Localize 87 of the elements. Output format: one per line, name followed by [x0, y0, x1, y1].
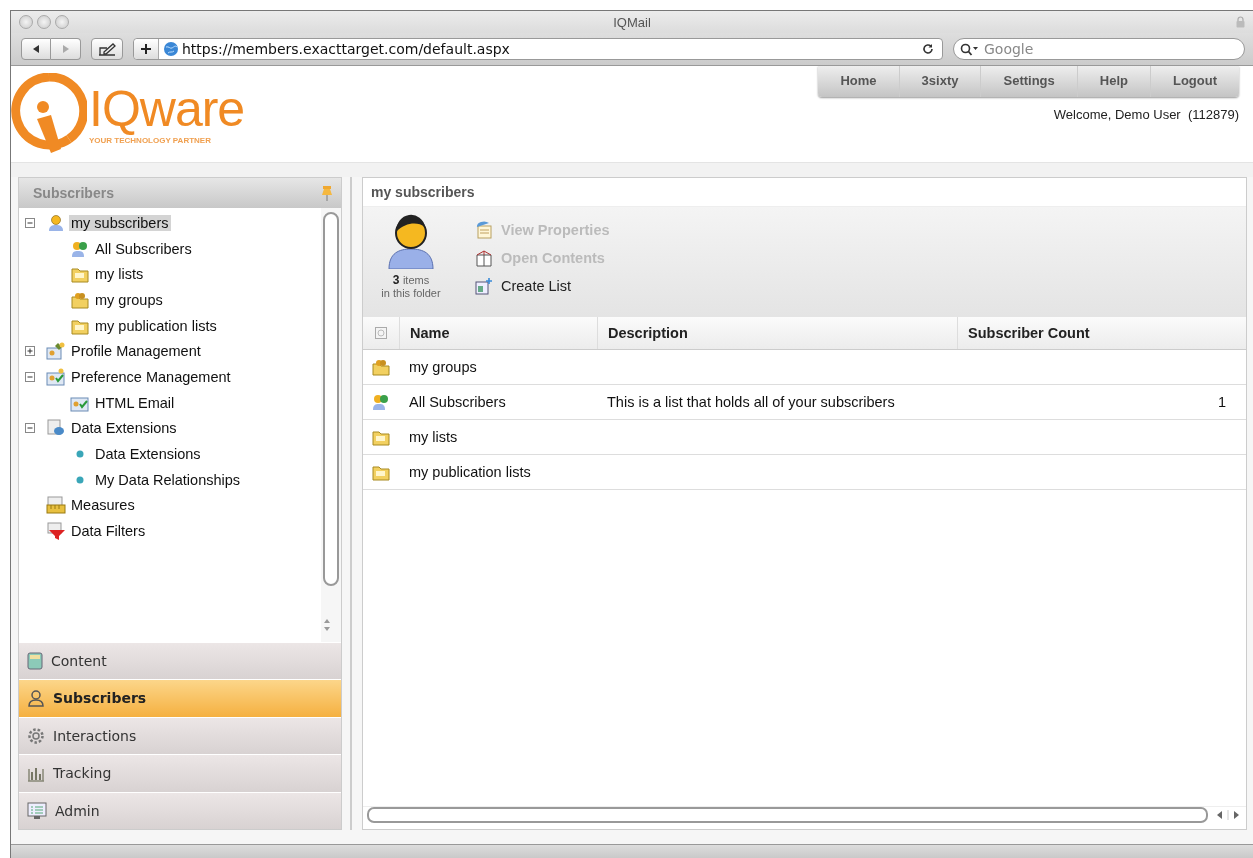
monitor-icon: [27, 801, 47, 820]
globe-icon: [163, 41, 179, 57]
close-icon[interactable]: [19, 15, 33, 29]
reload-icon[interactable]: [922, 43, 934, 55]
search-icon: [960, 43, 980, 56]
folder-icon: [372, 358, 390, 376]
address-field[interactable]: https://members.exacttarget.com/default.aspx: [133, 38, 943, 60]
tree-item[interactable]: my groups: [93, 291, 165, 308]
section-tab[interactable]: Subscribers: [19, 679, 341, 717]
database-icon: [46, 419, 66, 438]
panel-title: my subscribers: [371, 184, 475, 200]
table-cell: 1: [1217, 394, 1226, 410]
lock-icon: [1236, 16, 1245, 28]
expand-icon[interactable]: [25, 346, 35, 357]
tree-item[interactable]: Data Extensions: [93, 446, 203, 463]
preference-card-icon: [46, 367, 66, 386]
table-cell[interactable]: All Subscribers: [409, 394, 506, 410]
pencil-icon: [98, 42, 116, 56]
edit-button[interactable]: [91, 38, 123, 60]
nav-link[interactable]: Logout: [1149, 66, 1239, 97]
table-cell[interactable]: my publication lists: [409, 464, 531, 480]
item-count: 3 items: [392, 273, 430, 287]
tree-item[interactable]: my publication lists: [93, 317, 219, 334]
open-box-icon: [475, 249, 493, 267]
add-bookmark-icon[interactable]: [134, 39, 159, 59]
pin-icon[interactable]: [321, 185, 333, 201]
select-all-checkbox[interactable]: [375, 327, 387, 339]
sidebar-title: Subscribers: [33, 185, 114, 201]
minimize-icon[interactable]: [37, 15, 51, 29]
collapse-icon[interactable]: [25, 371, 35, 382]
new-list-icon: [475, 277, 493, 295]
logo-tagline: YOUR TECHNOLOGY PARTNER: [89, 135, 212, 145]
zoom-icon[interactable]: [55, 15, 69, 29]
search-field[interactable]: Google: [953, 38, 1245, 60]
logo-wordmark: IQware: [89, 83, 245, 134]
tree-item[interactable]: my subscribers: [69, 214, 171, 231]
folder-icon: [372, 463, 390, 481]
funnel-icon: [46, 522, 66, 541]
action-link[interactable]: Create List: [475, 275, 610, 297]
scrollbar[interactable]: [321, 208, 341, 642]
section-tab[interactable]: Admin: [19, 791, 341, 829]
tree-item[interactable]: Data Extensions: [69, 420, 179, 437]
column-header[interactable]: Name: [399, 317, 597, 349]
column-header[interactable]: Subscriber Count: [957, 317, 1246, 349]
collapse-icon[interactable]: [25, 217, 35, 228]
person-icon: [27, 689, 45, 708]
back-button[interactable]: [21, 38, 51, 60]
back-arrow-icon: [31, 44, 41, 54]
tree-item[interactable]: All Subscribers: [93, 240, 194, 257]
nav-link[interactable]: Settings: [980, 66, 1077, 97]
table-cell[interactable]: my groups: [409, 359, 477, 375]
nav-link[interactable]: Help: [1076, 66, 1150, 97]
folder-icon: [71, 290, 89, 309]
tree-item[interactable]: Data Filters: [69, 523, 148, 540]
column-header[interactable]: Description: [597, 317, 957, 349]
folder-icon: [372, 428, 390, 446]
table-cell[interactable]: my lists: [409, 429, 458, 445]
bullet-icon: [76, 450, 84, 459]
forward-arrow-icon: [60, 44, 71, 54]
bullet-icon: [76, 475, 84, 484]
welcome-text: Welcome, Demo User (112879): [1053, 107, 1239, 122]
tree-item[interactable]: Profile Management: [69, 343, 203, 360]
people-icon: [71, 239, 89, 258]
gear-icon: [27, 726, 45, 745]
folder-caption: in this folder: [381, 287, 441, 299]
tree-item[interactable]: HTML Email: [93, 394, 177, 411]
person-icon: [47, 213, 65, 232]
section-tab[interactable]: Tracking: [19, 754, 341, 792]
window-title: IQMail: [612, 14, 652, 30]
properties-icon: [475, 221, 493, 239]
ruler-icon: [46, 496, 66, 515]
tree-item[interactable]: Preference Management: [69, 368, 233, 385]
nav-link[interactable]: 3sixty: [898, 66, 981, 97]
tree-item[interactable]: my lists: [93, 266, 146, 283]
scrollbar[interactable]: [363, 806, 1246, 823]
tree-item[interactable]: Measures: [69, 497, 137, 514]
people-icon: [372, 393, 390, 411]
folder-icon: [71, 265, 89, 284]
nav-link[interactable]: Home: [818, 66, 899, 97]
profile-cards-icon: [46, 342, 66, 361]
logo-icon: [11, 73, 87, 155]
section-tab[interactable]: Interactions: [19, 716, 341, 754]
tree-item[interactable]: My Data Relationships: [93, 471, 243, 488]
collapse-icon[interactable]: [25, 423, 35, 434]
section-tab[interactable]: Content: [19, 641, 341, 679]
table-cell: This is a list that holds all of your subscribers: [607, 394, 895, 410]
document-icon: [27, 651, 43, 670]
